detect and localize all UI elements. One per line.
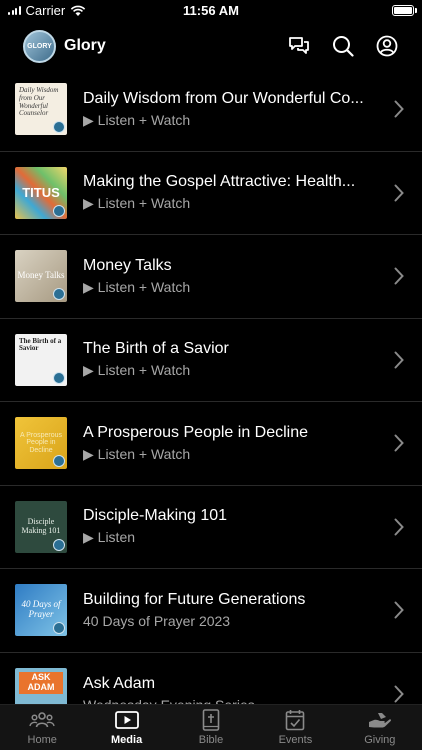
item-text: The Birth of a Savior ▶ Listen + Watch (83, 340, 381, 379)
calendar-icon (282, 709, 308, 731)
list-item[interactable]: A Prosperous People in Decline A Prosper… (0, 402, 422, 486)
media-list: Daily Wisdom from Our Wonderful Counselo… (0, 68, 422, 706)
church-badge-icon (53, 538, 65, 551)
tab-label: Home (27, 734, 57, 746)
app-title: Glory (64, 37, 106, 54)
item-subtitle: ▶ Listen + Watch (83, 445, 191, 462)
church-badge-icon (53, 204, 65, 217)
tab-label: Media (111, 734, 143, 746)
list-item[interactable]: TITUS Making the Gospel Attractive: Heal… (0, 152, 422, 235)
app-header: GLORY Glory (0, 24, 422, 68)
thumbnail-text: The Birth of a Savior (19, 336, 62, 353)
battery-icon (392, 5, 414, 16)
tab-giving[interactable]: Giving (338, 705, 422, 750)
item-subtitle: ▶ Listen (83, 529, 136, 546)
chevron-right-icon (394, 518, 404, 536)
church-badge-icon (53, 371, 65, 384)
status-time: 11:56 AM (183, 3, 239, 18)
chevron-right-icon (394, 351, 404, 369)
item-text: Ask Adam Wednesday Evening Series (83, 675, 381, 706)
thumbnail-text: ASK ADAM (19, 671, 63, 694)
item-subtitle: 40 Days of Prayer 2023 (83, 613, 231, 630)
thumbnail-text: A Prosperous People in Decline (19, 431, 63, 455)
church-badge-icon (53, 121, 65, 134)
tab-media[interactable]: Media (84, 705, 168, 750)
church-badge-icon (53, 288, 65, 301)
list-item[interactable]: Money Talks Money Talks ▶ Listen + Watch (0, 235, 422, 319)
logo-text: GLORY (27, 42, 52, 50)
series-thumbnail: Daily Wisdom from Our Wonderful Counselo… (15, 83, 67, 136)
series-thumbnail: A Prosperous People in Decline (15, 417, 67, 470)
item-title: Making the Gospel Attractive: Health... (83, 173, 356, 191)
chat-icon[interactable] (287, 34, 311, 58)
status-bar: Carrier 11:56 AM (0, 0, 422, 24)
people-icon (29, 709, 55, 731)
thumbnail-text: 40 Days of Prayer (21, 599, 61, 620)
series-thumbnail: The Birth of a Savior (15, 333, 67, 386)
item-title: The Birth of a Savior (83, 340, 229, 358)
list-item[interactable]: Daily Wisdom from Our Wonderful Counselo… (0, 68, 422, 152)
item-subtitle: ▶ Listen + Watch (83, 195, 191, 212)
giving-icon (367, 709, 393, 731)
item-text: A Prosperous People in Decline ▶ Listen … (83, 424, 381, 463)
item-subtitle: ▶ Listen + Watch (83, 278, 191, 295)
item-title: Daily Wisdom from Our Wonderful Co... (83, 89, 364, 107)
tab-events[interactable]: Events (253, 705, 337, 750)
chevron-right-icon (394, 685, 404, 703)
chevron-right-icon (394, 434, 404, 452)
chevron-right-icon (394, 601, 404, 619)
search-icon[interactable] (331, 34, 355, 58)
thumbnail-text: Disciple Making 101 (21, 516, 61, 535)
tab-label: Events (278, 734, 313, 746)
bible-icon (198, 709, 224, 731)
church-logo[interactable]: GLORY (23, 29, 56, 63)
list-item[interactable]: Disciple Making 101 Disciple-Making 101 … (0, 486, 422, 569)
chevron-right-icon (394, 267, 404, 285)
series-thumbnail: Disciple Making 101 (15, 500, 67, 553)
item-text: Money Talks ▶ Listen + Watch (83, 257, 381, 296)
series-thumbnail: TITUS (15, 166, 67, 219)
list-item[interactable]: 40 Days of Prayer Building for Future Ge… (0, 569, 422, 653)
thumbnail-text: Money Talks (17, 270, 65, 281)
tab-bar: Home Media Bible Events Giving (0, 704, 422, 750)
item-text: Making the Gospel Attractive: Health... … (83, 173, 381, 212)
list-item[interactable]: The Birth of a Savior The Birth of a Sav… (0, 319, 422, 402)
chevron-right-icon (394, 100, 404, 118)
item-subtitle: ▶ Listen + Watch (83, 362, 191, 379)
account-icon[interactable] (375, 34, 399, 58)
play-icon (114, 709, 140, 731)
item-title: Building for Future Generations (83, 591, 306, 609)
tab-bible[interactable]: Bible (169, 705, 253, 750)
item-text: Disciple-Making 101 ▶ Listen (83, 507, 381, 546)
tab-label: Bible (198, 734, 224, 746)
series-thumbnail: ASK ADAM (15, 667, 67, 706)
list-item[interactable]: ASK ADAM Ask Adam Wednesday Evening Seri… (0, 653, 422, 706)
battery-cap (415, 8, 417, 13)
chevron-right-icon (394, 184, 404, 202)
thumbnail-text: Daily Wisdom from Our Wonderful Counselo… (19, 86, 59, 118)
series-thumbnail: 40 Days of Prayer (15, 584, 67, 637)
item-title: Money Talks (83, 256, 172, 274)
item-title: Ask Adam (83, 674, 156, 692)
church-badge-icon (53, 455, 65, 468)
tab-label: Giving (364, 734, 396, 746)
header-actions (287, 34, 399, 58)
item-title: A Prosperous People in Decline (83, 423, 309, 441)
church-badge-icon (53, 622, 65, 635)
series-thumbnail: Money Talks (15, 250, 67, 303)
item-subtitle: ▶ Listen + Watch (83, 111, 191, 128)
item-title: Disciple-Making 101 (83, 507, 228, 525)
item-text: Building for Future Generations 40 Days … (83, 591, 381, 629)
thumbnail-text: TITUS (22, 184, 60, 200)
tab-home[interactable]: Home (0, 705, 84, 750)
item-text: Daily Wisdom from Our Wonderful Co... ▶ … (83, 90, 381, 129)
